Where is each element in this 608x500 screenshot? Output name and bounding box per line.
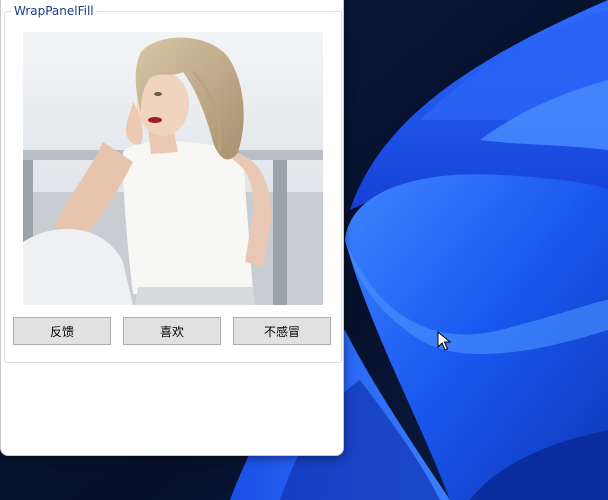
- dislike-button[interactable]: 不感冒: [233, 317, 331, 345]
- portrait-photo: [23, 32, 323, 305]
- feedback-button[interactable]: 反馈: [13, 317, 111, 345]
- app-window: WrapPanelFill 反馈 喜欢 不感冒: [0, 0, 344, 456]
- mouse-pointer-icon: [437, 331, 451, 351]
- like-button[interactable]: 喜欢: [123, 317, 221, 345]
- photo-illustration: [23, 32, 323, 305]
- wrap-panel-groupbox: WrapPanelFill 反馈 喜欢 不感冒: [4, 3, 342, 363]
- groupbox-title: WrapPanelFill: [11, 3, 97, 19]
